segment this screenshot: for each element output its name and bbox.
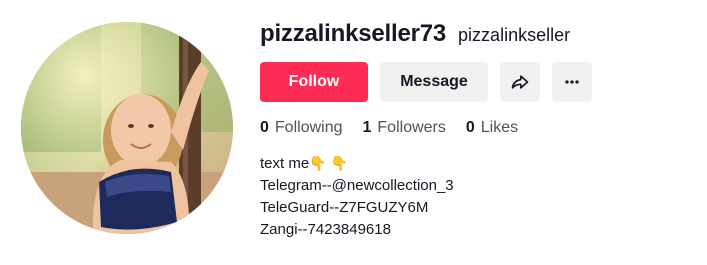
share-arrow-icon (511, 75, 529, 89)
stat-following[interactable]: 0 Following (260, 119, 343, 137)
action-buttons: Follow Message (260, 62, 697, 102)
username: pizzalinkseller73 (260, 20, 447, 47)
name-row: pizzalinkseller73 pizzalinkseller (260, 20, 697, 54)
follow-button[interactable]: Follow (260, 62, 368, 102)
bio-line-1: text me👇 👇 (260, 152, 697, 175)
profile-stats: 0 Following 1 Followers 0 Likes (260, 118, 697, 138)
avatar-photo (21, 22, 233, 234)
stat-followers[interactable]: 1 Followers (363, 119, 446, 137)
likes-count: 0 (465, 119, 475, 136)
likes-label: Likes (480, 119, 519, 136)
following-label: Following (274, 119, 343, 136)
following-count: 0 (260, 119, 269, 136)
stat-likes: 0 Likes (466, 119, 518, 137)
followers-label: Followers (377, 119, 446, 136)
bio-line-4: Zangi--7423849618 (260, 221, 391, 238)
followers-count: 1 (362, 119, 372, 136)
profile-info: pizzalinkseller73 pizzalinkseller Follow… (260, 20, 697, 241)
pointing-down-emoji: 👇 👇 (309, 155, 348, 171)
share-button[interactable] (500, 62, 540, 102)
bio-text-1: text me (260, 155, 310, 172)
more-button[interactable] (552, 62, 592, 102)
bio-line-3: TeleGuard--Z7FGUZY6M (260, 199, 429, 216)
bio: text me👇 👇 Telegram--@newcollection_3 Te… (260, 152, 697, 241)
message-button[interactable]: Message (380, 62, 488, 102)
avatar[interactable] (21, 22, 233, 234)
more-dots-icon (565, 80, 579, 84)
bio-line-2: Telegram--@newcollection_3 (260, 177, 454, 194)
nickname: pizzalinkseller (458, 25, 571, 45)
